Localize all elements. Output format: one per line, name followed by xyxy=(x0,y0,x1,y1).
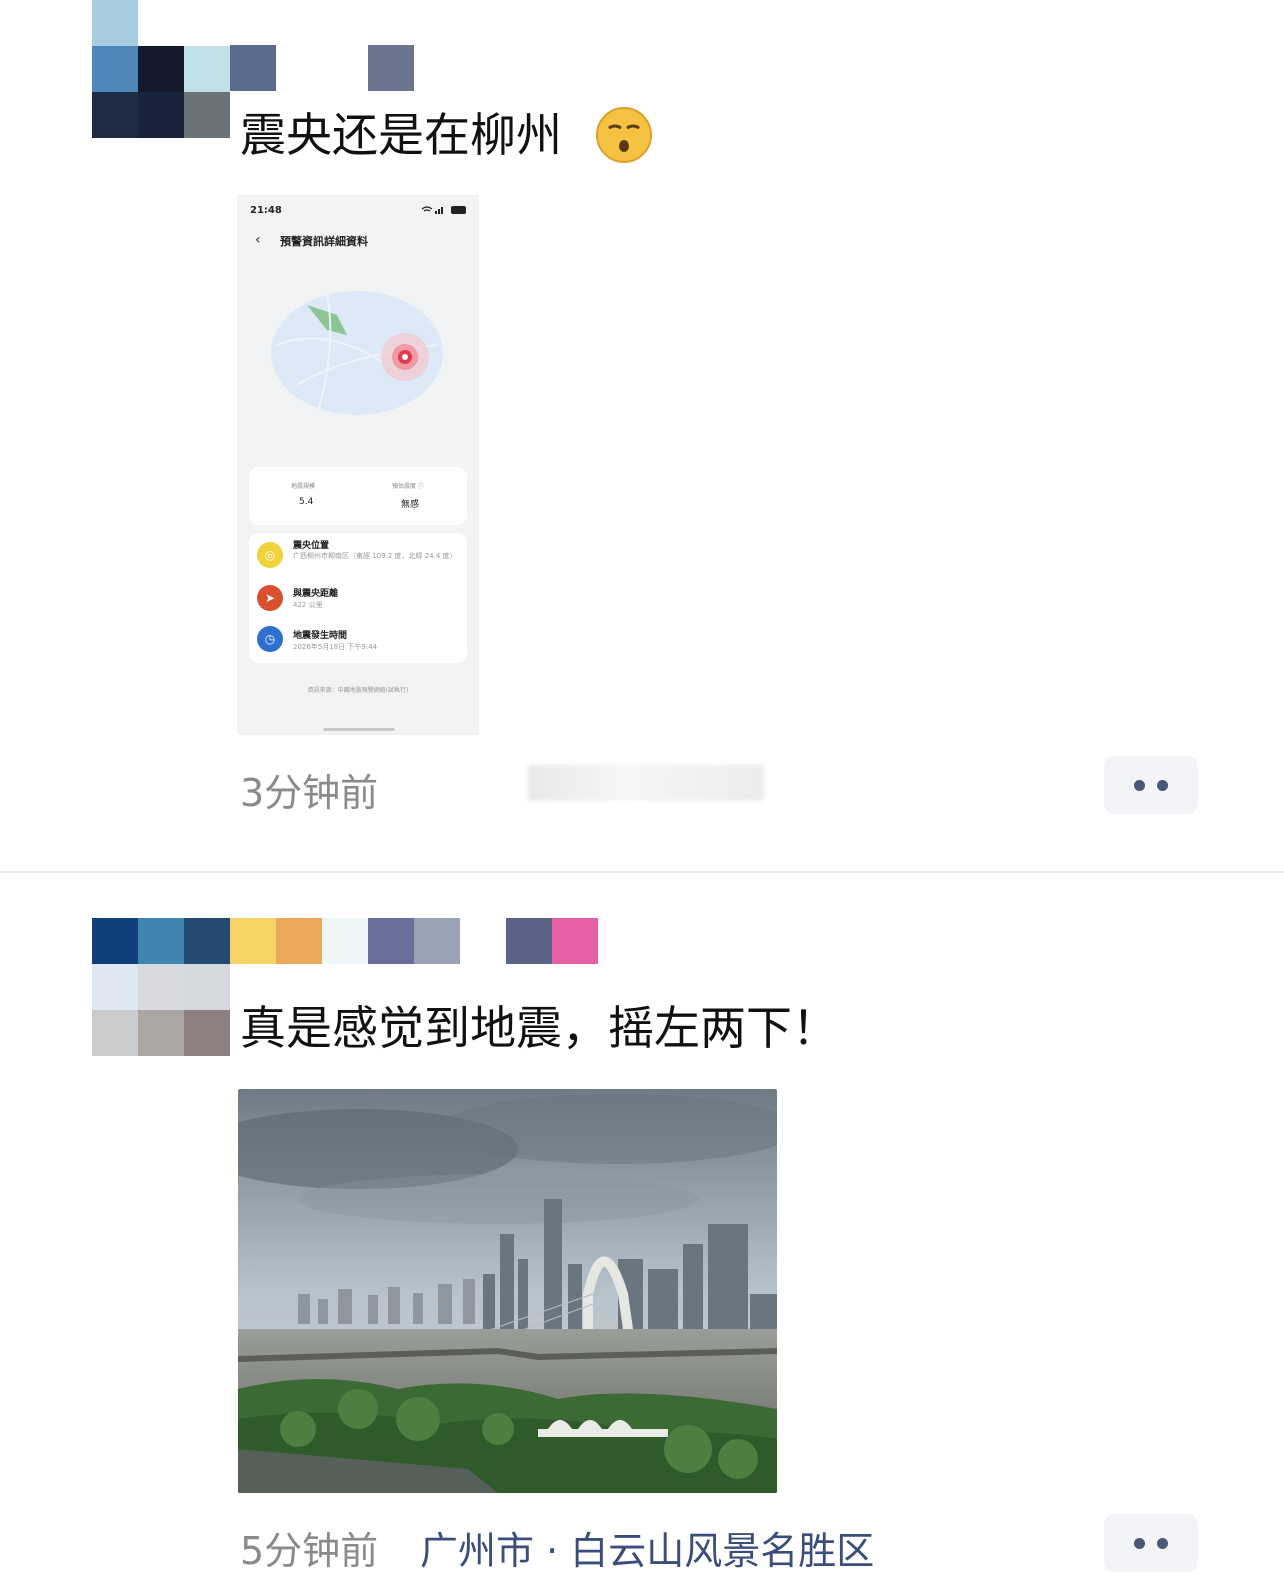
page-title: 預警資訊詳細資料 xyxy=(280,235,368,248)
detail-title: 與震央距離 xyxy=(293,589,339,599)
more-button[interactable] xyxy=(1104,1514,1198,1572)
stat-label: 預估震度 ⓘ xyxy=(392,483,424,490)
source-text: 資訊來源：中國地震預警網絡(試執行) xyxy=(307,687,409,694)
location-link[interactable]: 广州市 · 白云山风景名胜区 xyxy=(420,1520,874,1575)
emoji-icon xyxy=(595,106,653,168)
username[interactable] xyxy=(230,45,414,91)
clock-icon: ◷ xyxy=(257,626,283,652)
post-text: 真是感觉到地震，摇左两下！ xyxy=(240,1001,838,1055)
status-icons xyxy=(421,205,467,217)
details-card: ◎ 震央位置 广西柳州市柳南区（東經 109.2 度，北緯 24.4 度） ➤ … xyxy=(249,533,467,663)
epicenter-icon: ◎ xyxy=(257,542,283,568)
detail-value: 422 公里 xyxy=(293,601,323,609)
back-icon[interactable]: ‹ xyxy=(255,232,261,248)
status-time: 21:48 xyxy=(250,205,282,216)
divider xyxy=(0,871,1284,873)
redacted-location xyxy=(528,765,764,801)
home-indicator xyxy=(323,728,395,731)
post-text: 震央还是在柳州 xyxy=(240,108,562,162)
detail-value: 2026年5月18日 下午9:44 xyxy=(293,643,378,651)
post-time: 3分钟前 xyxy=(240,771,379,815)
username[interactable] xyxy=(92,918,598,964)
stat-value: 無感 xyxy=(401,500,420,510)
stat-value: 5.4 xyxy=(299,497,314,507)
map-view xyxy=(271,291,443,416)
more-button[interactable] xyxy=(1104,756,1198,814)
dot-icon xyxy=(1134,1537,1145,1549)
distance-icon: ➤ xyxy=(257,585,283,611)
stat-label: 地震規模 xyxy=(291,483,316,490)
dot-icon xyxy=(1157,779,1168,791)
dot-icon xyxy=(1134,779,1145,791)
avatar[interactable] xyxy=(92,964,230,1056)
dot-icon xyxy=(1157,1537,1168,1549)
post-time: 5分钟前 xyxy=(240,1529,379,1573)
stats-card: 地震規模 5.4 預估震度 ⓘ 無感 xyxy=(249,467,467,525)
detail-value: 广西柳州市柳南区（東經 109.2 度，北緯 24.4 度） xyxy=(293,552,457,560)
avatar[interactable] xyxy=(92,0,230,138)
screenshot-attachment[interactable]: 21:48 ‹ 預警資訊詳細資料 地震規模 5.4 預估震度 ⓘ 無感 ◎ 震央… xyxy=(237,195,479,735)
detail-title: 地震發生時間 xyxy=(293,631,348,641)
city-photo[interactable] xyxy=(238,1089,777,1493)
